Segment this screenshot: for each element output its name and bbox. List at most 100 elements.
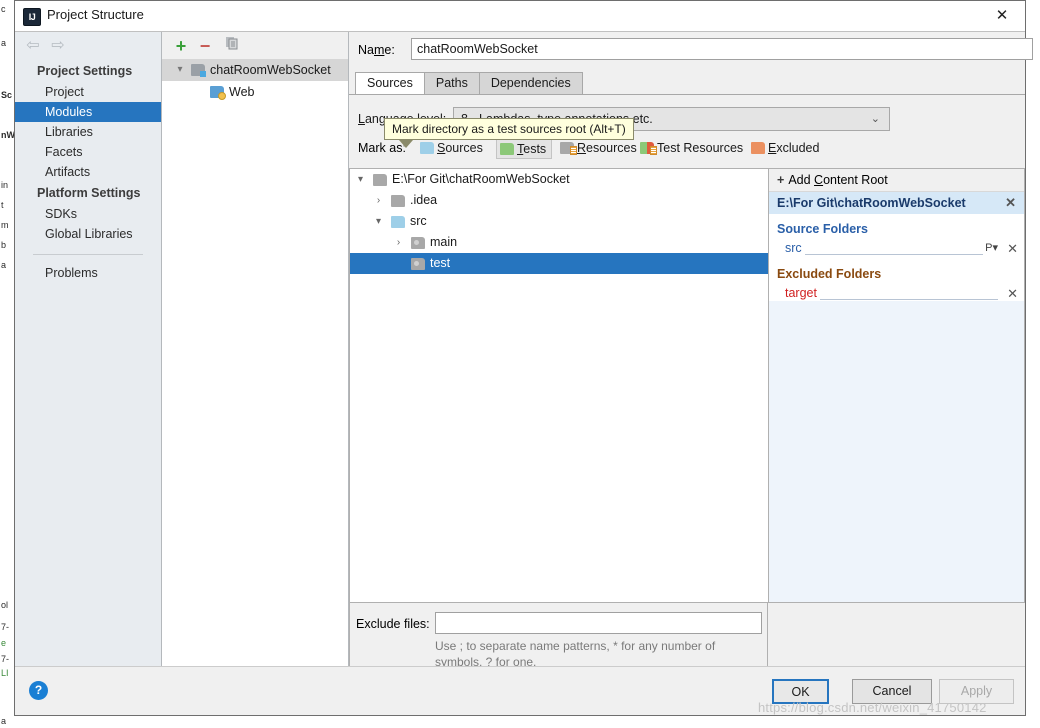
tree-row-test[interactable]: test	[350, 253, 768, 274]
content-root-tree: ▾ E:\For Git\chatRoomWebSocket › .idea ▾…	[349, 168, 768, 603]
ok-button[interactable]: OK	[772, 679, 829, 704]
tree-label: main	[430, 235, 458, 249]
sidebar-divider	[33, 254, 143, 255]
tree-row-idea[interactable]: › .idea	[350, 190, 768, 211]
back-arrow-icon[interactable]: ⇦	[23, 38, 43, 55]
folder-icon	[391, 195, 405, 207]
module-label: chatRoomWebSocket	[210, 63, 331, 77]
add-module-icon[interactable]: +	[171, 36, 191, 56]
module-row-web[interactable]: Web	[162, 81, 348, 103]
mark-as-tooltip: Mark directory as a test sources root (A…	[384, 118, 634, 140]
tree-row-src[interactable]: ▾ src	[350, 211, 768, 232]
facet-label: Web	[229, 85, 255, 99]
apply-button: Apply	[939, 679, 1014, 704]
sidebar-item-modules[interactable]: Modules	[15, 102, 161, 122]
tooltip-pointer	[399, 140, 413, 148]
settings-sidebar: ⇦ ⇨ Project Settings Project Modules Lib…	[15, 32, 162, 667]
dialog-footer: ? OK Cancel Apply	[15, 666, 1025, 715]
dialog-titlebar: IJ Project Structure ✕	[15, 1, 1025, 32]
content-root-header: E:\For Git\chatRoomWebSocket ✕	[769, 192, 1024, 214]
module-list-panel: + − ▾ chatRoomWebSocket Web	[162, 32, 349, 667]
source-folder-name[interactable]: src	[785, 241, 805, 255]
excluded-folder-name[interactable]: target	[785, 286, 820, 300]
plus-icon: +	[777, 173, 785, 187]
package-prefix-icon[interactable]: P▾	[983, 238, 998, 259]
intellij-logo-icon: IJ	[23, 8, 41, 26]
cancel-button[interactable]: Cancel	[852, 679, 932, 704]
sources-folder-icon	[420, 142, 434, 154]
tab-dependencies[interactable]: Dependencies	[478, 72, 583, 94]
chevron-down-icon[interactable]: ▾	[372, 211, 385, 232]
folder-icon	[411, 237, 425, 249]
forward-arrow-icon[interactable]: ⇨	[48, 38, 68, 55]
mark-as-excluded-button[interactable]: Excluded	[748, 138, 824, 159]
mark-as-row: Mark as: Sources Tests Resources Test Re…	[349, 137, 1025, 161]
exclude-files-area: Exclude files: Use ; to separate name pa…	[349, 603, 768, 669]
chevron-right-icon[interactable]: ›	[372, 190, 385, 211]
sidebar-item-project[interactable]: Project	[15, 82, 161, 102]
name-label: Name:	[358, 43, 395, 57]
detail-empty-area	[769, 301, 1024, 602]
tree-label: test	[430, 256, 451, 270]
close-icon[interactable]: ✕	[987, 5, 1017, 27]
source-folder-row: src P▾ ✕	[769, 238, 1024, 259]
background-right-strip	[1026, 0, 1040, 728]
content-split: ▾ E:\For Git\chatRoomWebSocket › .idea ▾…	[349, 168, 1025, 603]
copy-module-icon[interactable]	[222, 36, 242, 56]
tree-label: E:\For Git\chatRoomWebSocket	[392, 172, 570, 186]
chevron-right-icon[interactable]: ›	[392, 232, 405, 253]
sidebar-nav-row: ⇦ ⇨	[15, 32, 161, 60]
excluded-folders-heading: Excluded Folders	[777, 267, 882, 281]
sidebar-item-facets[interactable]: Facets	[15, 142, 161, 162]
module-editor-panel: Name: Sources Paths Dependencies Languag…	[349, 32, 1033, 669]
tree-row-content-root[interactable]: ▾ E:\For Git\chatRoomWebSocket	[350, 169, 768, 190]
dialog-title: Project Structure	[47, 7, 144, 22]
module-toolbar: + −	[162, 32, 348, 59]
module-name-input[interactable]	[411, 38, 1033, 60]
tab-sources[interactable]: Sources	[355, 72, 425, 94]
module-name-row: Name:	[349, 32, 1033, 68]
tree-label: .idea	[410, 193, 438, 207]
add-content-root-button[interactable]: + Add Content Root	[769, 169, 1024, 192]
content-root-detail: + Add Content Root E:\For Git\chatRoomWeb…	[768, 168, 1025, 603]
test-resources-folder-icon	[640, 142, 657, 155]
module-row-chatroomwebsocket[interactable]: ▾ chatRoomWebSocket	[162, 59, 348, 81]
remove-source-folder-icon[interactable]: ✕	[1007, 238, 1018, 259]
module-folder-icon	[191, 64, 206, 77]
web-facet-icon	[210, 86, 226, 100]
exclude-files-hint-line1: Use ; to separate name patterns, * for a…	[435, 639, 716, 653]
sidebar-item-global-libraries[interactable]: Global Libraries	[15, 224, 161, 244]
sidebar-item-artifacts[interactable]: Artifacts	[15, 162, 161, 182]
sidebar-group-platform-settings: Platform Settings	[37, 186, 141, 200]
chevron-down-icon: ⌄	[870, 113, 880, 125]
mark-as-sources-button[interactable]: Sources	[417, 138, 488, 159]
tree-label: src	[410, 214, 427, 228]
folder-underline	[785, 254, 998, 255]
tree-row-main[interactable]: › main	[350, 232, 768, 253]
chevron-down-icon[interactable]: ▾	[354, 169, 367, 190]
exclude-files-label: Exclude files:	[356, 617, 430, 631]
remove-content-root-icon[interactable]: ✕	[1005, 192, 1016, 214]
exclude-files-input[interactable]	[435, 612, 762, 634]
help-icon[interactable]: ?	[29, 681, 48, 700]
dialog-body: ⇦ ⇨ Project Settings Project Modules Lib…	[15, 32, 1033, 669]
background-left-strip: c a Sc nW in t m b a ol 7- e 7- LI a	[0, 0, 15, 728]
sidebar-item-libraries[interactable]: Libraries	[15, 122, 161, 142]
sidebar-group-project-settings: Project Settings	[37, 64, 133, 78]
content-root-path: E:\For Git\chatRoomWebSocket	[777, 196, 966, 210]
tests-folder-icon	[500, 143, 514, 155]
resources-folder-icon	[560, 142, 577, 155]
tab-underline	[349, 94, 1025, 95]
mark-as-test-resources-button[interactable]: Test Resources	[637, 138, 748, 159]
source-folders-heading: Source Folders	[777, 222, 868, 236]
folder-icon	[411, 258, 425, 270]
mark-as-resources-button[interactable]: Resources	[557, 138, 642, 159]
folder-icon	[373, 174, 387, 186]
chevron-down-icon[interactable]: ▾	[174, 59, 186, 81]
tab-paths[interactable]: Paths	[423, 72, 480, 94]
remove-module-icon[interactable]: −	[195, 36, 215, 56]
sidebar-item-sdks[interactable]: SDKs	[15, 204, 161, 224]
project-structure-dialog: IJ Project Structure ✕ ⇦ ⇨ Project Setti…	[14, 0, 1033, 716]
sidebar-item-problems[interactable]: Problems	[15, 263, 161, 283]
mark-as-tests-button[interactable]: Tests	[496, 138, 553, 159]
